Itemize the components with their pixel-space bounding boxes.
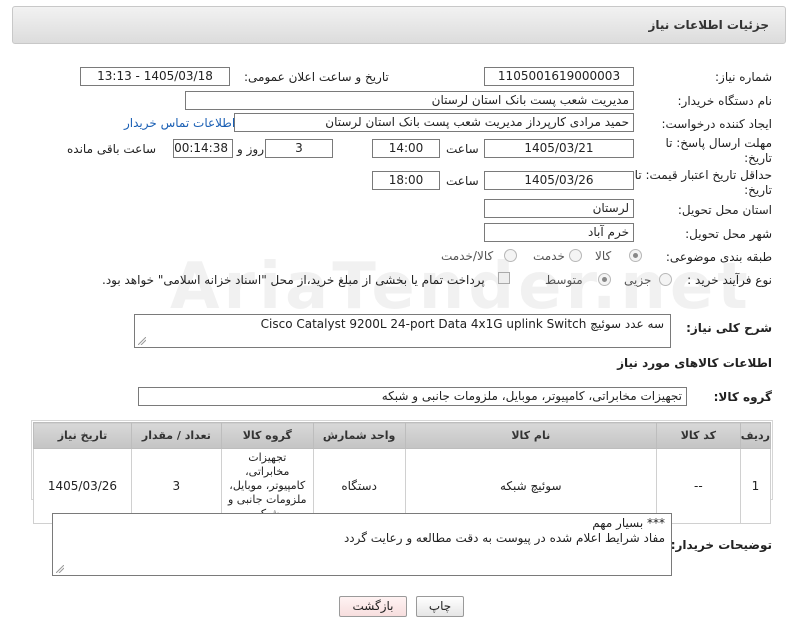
buyer-notes-line1: *** بسیار مهم (592, 516, 665, 530)
col-qty: تعداد / مقدار (130, 422, 222, 449)
city-field: خرم آباد (484, 223, 634, 242)
col-code: کد کالا (655, 422, 741, 449)
category-option-service: خدمت (533, 249, 565, 263)
need-number-label: شماره نیاز: (715, 70, 772, 84)
buyer-contact-link[interactable]: اطلاعات تماس خریدار (124, 116, 235, 130)
process-option-minor: جزیی (624, 273, 652, 287)
category-radio-goods-service[interactable] (504, 249, 517, 262)
creator-field: حمید مرادی کارپرداز مدیریت شعب پست بانک … (234, 113, 634, 132)
back-button[interactable]: بازگشت (339, 596, 407, 617)
goods-group-field: تجهیزات مخابراتی، کامپیوتر، موبایل، ملزو… (138, 387, 687, 406)
reply-time-field: 14:00 (372, 139, 440, 158)
resize-grip-icon[interactable] (138, 337, 146, 345)
price-time-label: ساعت (446, 174, 479, 188)
price-time-field: 18:00 (372, 171, 440, 190)
announce-label: تاریخ و ساعت اعلان عمومی: (244, 70, 389, 84)
goods-table-header: ردیف کد کالا نام کالا واحد شمارش گروه کا… (33, 422, 772, 449)
creator-label: ایجاد کننده درخواست: (661, 117, 772, 131)
province-field: لرستان (484, 199, 634, 218)
col-date: تاریخ نیاز (33, 422, 132, 449)
reply-deadline-label: مهلت ارسال پاسخ: تا تاریخ: (665, 136, 772, 165)
need-number-field: 1105001619000003 (484, 67, 634, 86)
col-unit: واحد شمارش (312, 422, 406, 449)
col-group: گروه کالا (220, 422, 314, 449)
category-radio-goods[interactable] (629, 249, 642, 262)
description-label: شرح کلی نیاز: (686, 321, 772, 335)
reply-date-field: 1405/03/21 (484, 139, 634, 158)
process-radio-minor[interactable] (659, 273, 672, 286)
remaining-label: ساعت باقی مانده (67, 142, 157, 156)
category-option-goods-service: کالا/خدمت (441, 249, 494, 263)
col-name: نام کالا (404, 422, 657, 449)
buyer-org-label: نام دستگاه خریدار: (677, 94, 773, 108)
resize-grip-icon[interactable] (56, 565, 64, 573)
remaining-time-field: 00:14:38 (173, 139, 233, 158)
price-date-field: 1405/03/26 (484, 171, 634, 190)
days-label: روز و (237, 142, 264, 156)
category-option-goods: کالا (595, 249, 612, 263)
page-header: جزئیات اطلاعات نیاز (12, 6, 786, 44)
category-radio-service[interactable] (569, 249, 582, 262)
process-option-medium: متوسط (545, 273, 583, 287)
col-row: ردیف (739, 422, 772, 449)
days-field: 3 (265, 139, 333, 158)
announce-datetime-field: 1405/03/18 - 13:13 (80, 67, 230, 86)
process-label: نوع فرآیند خرید : (687, 273, 772, 287)
category-label: طبقه بندی موضوعی: (665, 250, 772, 264)
treasury-payment-checkbox[interactable] (498, 272, 510, 284)
buyer-org-field: مدیریت شعب پست بانک استان لرستان (185, 91, 634, 110)
print-button[interactable]: چاپ (416, 596, 464, 617)
buyer-notes-label: توضیحات خریدار: (670, 538, 772, 552)
province-label: استان محل تحویل: (677, 203, 772, 217)
buyer-notes-line2: مفاد شرایط اعلام شده در پیوست به دقت مطا… (343, 531, 665, 545)
buyer-notes-textarea: *** بسیار مهم مفاد شرایط اعلام شده در پی… (52, 513, 672, 576)
process-radio-medium[interactable] (598, 273, 611, 286)
goods-table: ردیف کد کالا نام کالا واحد شمارش گروه کا… (33, 422, 772, 524)
reply-time-label: ساعت (446, 142, 479, 156)
page-title: جزئیات اطلاعات نیاز (648, 18, 769, 32)
price-validity-label: حداقل تاریخ اعتبار قیمت: تا تاریخ: (634, 168, 772, 197)
city-label: شهر محل تحویل: (685, 227, 772, 241)
description-textarea: سه عدد سوئیچ Cisco Catalyst 9200L 24-por… (134, 314, 671, 348)
description-text: سه عدد سوئیچ Cisco Catalyst 9200L 24-por… (260, 317, 664, 331)
goods-section-title: اطلاعات کالاهای مورد نیاز (617, 356, 772, 370)
cell-row: 1 (739, 448, 772, 524)
goods-group-label: گروه کالا: (713, 390, 772, 404)
treasury-payment-note: پرداخت تمام یا بخشی از مبلغ خرید،از محل … (102, 273, 485, 287)
